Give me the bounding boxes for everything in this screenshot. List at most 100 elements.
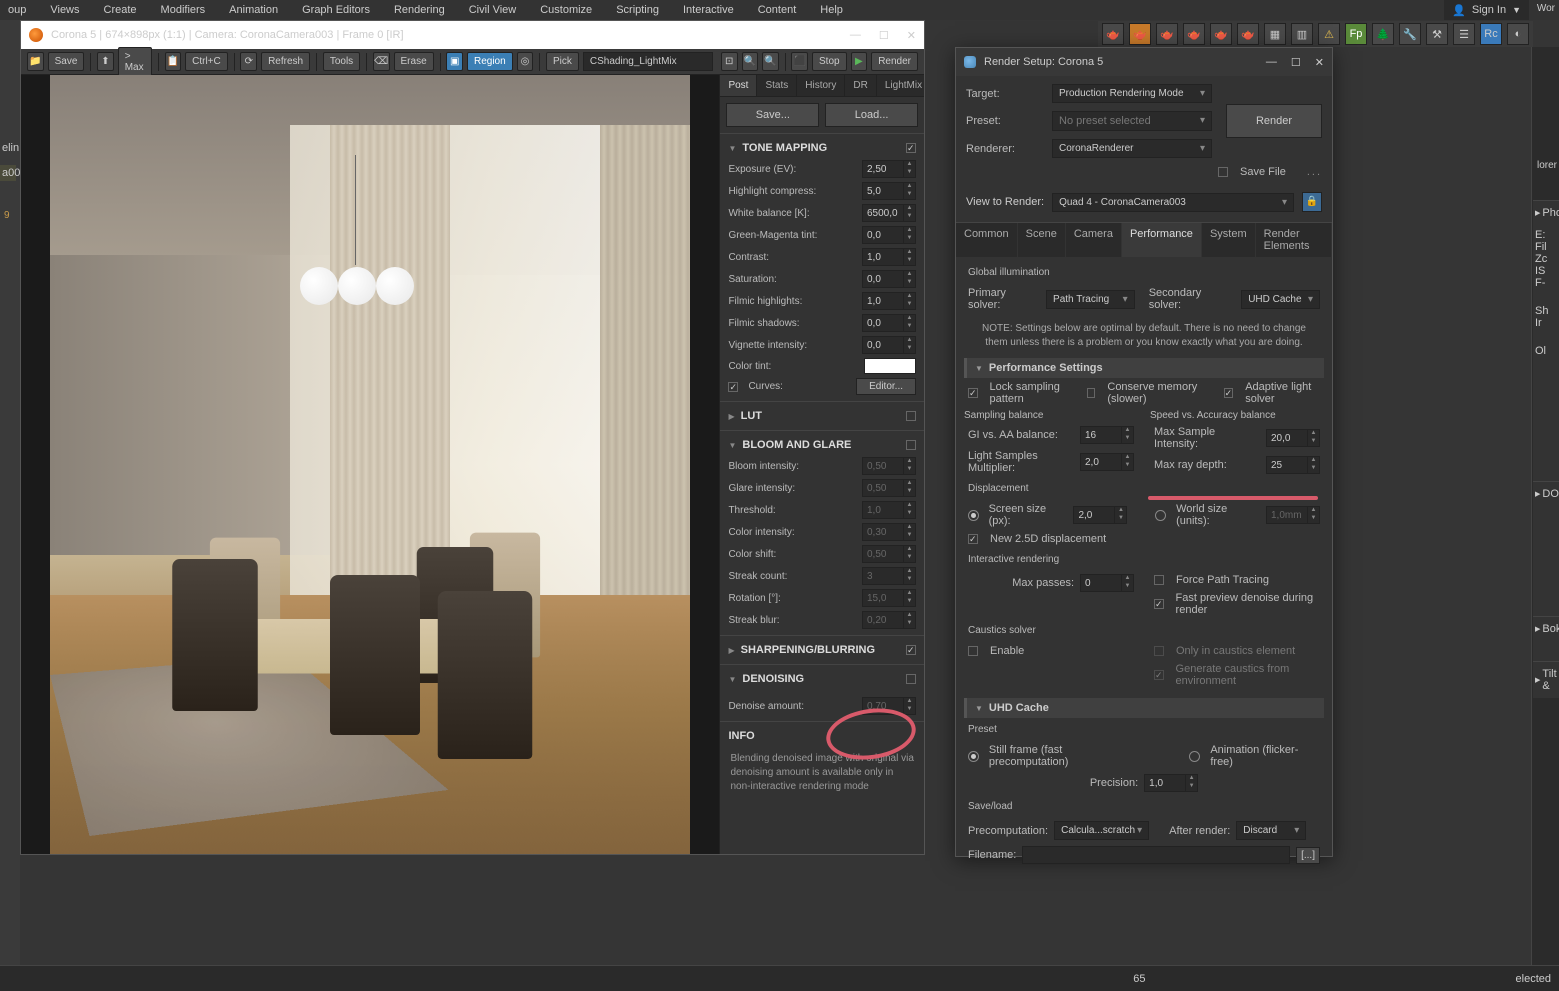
region-button[interactable]: Region xyxy=(467,52,513,71)
maxsamp-input[interactable]: ▲▼ xyxy=(1266,429,1320,447)
precision-input[interactable]: ▲▼ xyxy=(1144,774,1198,792)
shading-input[interactable] xyxy=(583,52,713,71)
rs-tab-common[interactable]: Common xyxy=(956,223,1018,257)
forcepath-checkbox[interactable] xyxy=(1154,575,1164,585)
menu-grapheditors[interactable]: Graph Editors xyxy=(302,4,370,16)
giaa-input[interactable]: ▲▼ xyxy=(1080,426,1134,444)
window-titlebar[interactable]: Corona 5 | 674×898px (1:1) | Camera: Cor… xyxy=(21,21,924,49)
primary-solver-select[interactable]: Path Tracing xyxy=(1046,290,1135,309)
bloom-toggle[interactable] xyxy=(906,440,916,450)
teapot-icon-6[interactable]: 🫖 xyxy=(1237,23,1259,45)
dock-boke[interactable]: ▶Boke xyxy=(1533,616,1559,641)
worldunits-input[interactable]: ▲▼ xyxy=(1266,506,1320,524)
grid-icon[interactable]: ▦ xyxy=(1264,23,1286,45)
filmic-shadows-input[interactable]: ▲▼ xyxy=(862,314,916,332)
menu-rendering[interactable]: Rendering xyxy=(394,4,445,16)
region-icon[interactable]: ▣ xyxy=(446,52,463,71)
rs-close[interactable]: ✕ xyxy=(1315,56,1324,69)
close-button[interactable]: ✕ xyxy=(907,29,916,42)
curves-checkbox[interactable] xyxy=(728,382,738,392)
menu-create[interactable]: Create xyxy=(104,4,137,16)
uhd-cache-header[interactable]: ▼UHD Cache xyxy=(964,698,1324,718)
menu-interactive[interactable]: Interactive xyxy=(683,4,734,16)
lock-sampling-checkbox[interactable] xyxy=(968,388,978,398)
wrench-icon[interactable]: 🔧 xyxy=(1399,23,1421,45)
rc-button[interactable]: Rc xyxy=(1480,23,1502,45)
screenpx-radio[interactable] xyxy=(968,510,979,521)
open-icon[interactable]: 📁 xyxy=(27,52,44,71)
render-button[interactable]: Render xyxy=(871,52,918,71)
denoise-amount-input[interactable]: ▲▼ xyxy=(862,697,916,715)
teapot-icon-3[interactable]: 🫖 xyxy=(1156,23,1178,45)
rs-tab-system[interactable]: System xyxy=(1202,223,1256,257)
rs-minimize[interactable]: — xyxy=(1266,56,1277,69)
highlight-input[interactable]: ▲▼ xyxy=(862,182,916,200)
vignette-input[interactable]: ▲▼ xyxy=(862,336,916,354)
sharpen-header[interactable]: ▶SHARPENING/BLURRING xyxy=(720,640,924,660)
preset-select[interactable]: No preset selected xyxy=(1052,111,1212,131)
lut-toggle[interactable] xyxy=(906,411,916,421)
target-icon[interactable]: ◎ xyxy=(517,52,534,71)
fp-button[interactable]: Fp xyxy=(1345,23,1367,45)
teapot-icon-5[interactable]: 🫖 xyxy=(1210,23,1232,45)
tab-post[interactable]: Post xyxy=(720,75,757,96)
extra-icon[interactable]: ◐ xyxy=(1507,23,1529,45)
erase-button[interactable]: Erase xyxy=(394,52,434,71)
signin-button[interactable]: 👤 Sign In ▼ xyxy=(1444,0,1529,20)
lock-icon[interactable]: 🔒 xyxy=(1302,192,1322,212)
filename-browse-button[interactable]: [...] xyxy=(1296,847,1320,864)
bloom-intensity-input[interactable]: ▲▼ xyxy=(862,457,916,475)
tab-lightmix[interactable]: LightMix xyxy=(877,75,924,96)
denoise-toggle[interactable] xyxy=(906,674,916,684)
tools-icon[interactable]: ⚒ xyxy=(1426,23,1448,45)
screenpx-input[interactable]: ▲▼ xyxy=(1073,506,1127,524)
precomp-select[interactable]: Calcula...scratch xyxy=(1054,821,1149,840)
colortint-swatch[interactable] xyxy=(864,358,916,374)
menu-content[interactable]: Content xyxy=(758,4,797,16)
save-button[interactable]: Save xyxy=(48,52,85,71)
minimize-button[interactable]: — xyxy=(850,29,861,42)
menu-customize[interactable]: Customize xyxy=(540,4,592,16)
refresh-button[interactable]: Refresh xyxy=(261,52,310,71)
rs-tab-performance[interactable]: Performance xyxy=(1122,223,1202,257)
zoom-fit-icon[interactable]: ⊡ xyxy=(721,52,738,71)
tab-dr[interactable]: DR xyxy=(845,75,876,96)
secondary-solver-select[interactable]: UHD Cache xyxy=(1241,290,1320,309)
perf-settings-header[interactable]: ▼Performance Settings xyxy=(964,358,1324,378)
warning-icon[interactable]: ⚠ xyxy=(1318,23,1340,45)
tomax-button[interactable]: > Max xyxy=(118,47,152,77)
menu-civilview[interactable]: Civil View xyxy=(469,4,516,16)
rs-tab-camera[interactable]: Camera xyxy=(1066,223,1122,257)
teapot-icon-1[interactable]: 🫖 xyxy=(1102,23,1124,45)
dock-phot[interactable]: ▶Phot xyxy=(1533,200,1559,225)
erase-icon[interactable]: ⌫ xyxy=(373,52,390,71)
worldunits-radio[interactable] xyxy=(1155,510,1166,521)
target-select[interactable]: Production Rendering Mode xyxy=(1052,84,1212,103)
conserve-memory-checkbox[interactable] xyxy=(1087,388,1095,398)
stop-button[interactable]: Stop xyxy=(812,52,847,71)
streak-count-input[interactable]: ▲▼ xyxy=(862,567,916,585)
render-big-button[interactable]: Render xyxy=(1226,104,1322,138)
new25d-checkbox[interactable] xyxy=(968,534,978,544)
exposure-input[interactable]: ▲▼ xyxy=(862,160,916,178)
post-load-button[interactable]: Load... xyxy=(825,103,918,127)
still-radio[interactable] xyxy=(968,751,979,762)
copy-icon[interactable]: 📋 xyxy=(165,52,182,71)
tonemapping-header[interactable]: ▼TONE MAPPING xyxy=(720,138,924,158)
saturation-input[interactable]: ▲▼ xyxy=(862,270,916,288)
play-icon[interactable]: ▶ xyxy=(851,52,868,71)
adaptive-light-checkbox[interactable] xyxy=(1224,388,1234,398)
dock-tilt[interactable]: ▶Tilt & xyxy=(1533,661,1559,698)
afterrender-select[interactable]: Discard xyxy=(1236,821,1306,840)
bloom-header[interactable]: ▼BLOOM AND GLARE xyxy=(720,435,924,455)
lightmult-input[interactable]: ▲▼ xyxy=(1080,453,1134,471)
contrast-input[interactable]: ▲▼ xyxy=(862,248,916,266)
dock-dof[interactable]: ▶DOF xyxy=(1533,481,1559,506)
glare-intensity-input[interactable]: ▲▼ xyxy=(862,479,916,497)
caustics-enable-checkbox[interactable] xyxy=(968,646,978,656)
lut-header[interactable]: ▶LUT xyxy=(720,406,924,426)
teapot-icon-4[interactable]: 🫖 xyxy=(1183,23,1205,45)
threshold-input[interactable]: ▲▼ xyxy=(862,501,916,519)
filename-input[interactable] xyxy=(1022,846,1290,864)
view-select[interactable]: Quad 4 - CoronaCamera003 xyxy=(1052,193,1294,212)
